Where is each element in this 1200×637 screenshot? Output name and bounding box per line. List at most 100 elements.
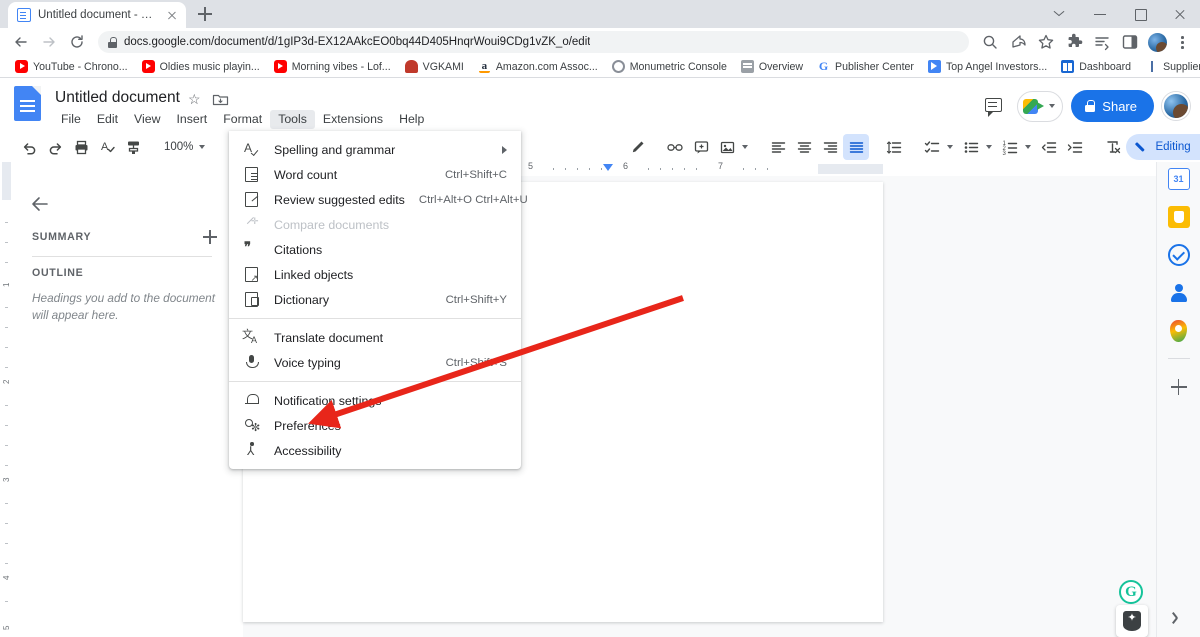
menu-item-linked-objects[interactable]: Linked objects [229, 262, 521, 287]
checklist-icon[interactable] [919, 134, 945, 160]
grammarly-icon[interactable]: G [1119, 580, 1143, 604]
move-to-folder-icon[interactable] [212, 91, 229, 108]
browser-tab[interactable]: Untitled document - Google Doc [8, 2, 186, 28]
side-panel-icon[interactable] [1117, 29, 1143, 55]
redo-icon[interactable] [42, 134, 68, 160]
undo-icon[interactable] [16, 134, 42, 160]
chevron-down-icon[interactable] [742, 145, 748, 149]
extensions-icon[interactable] [1061, 29, 1087, 55]
bookmark-item[interactable]: Oldies music playin... [135, 57, 267, 77]
highlight-pen-icon[interactable] [624, 134, 650, 160]
bookmark-item[interactable]: Dashboard [1054, 57, 1138, 77]
google-calendar-icon[interactable]: 31 [1168, 168, 1190, 190]
comment-history-button[interactable] [979, 91, 1009, 121]
add-comment-icon[interactable] [688, 134, 714, 160]
address-bar[interactable]: docs.google.com/document/d/1gIP3d-EX12AA… [98, 31, 969, 53]
align-justify-icon[interactable] [843, 134, 869, 160]
reload-icon[interactable] [64, 29, 90, 55]
add-ons-plus-icon[interactable] [1167, 375, 1191, 399]
spellcheck-icon[interactable]: A [94, 134, 120, 160]
menu-insert[interactable]: Insert [168, 110, 215, 129]
minimize-icon[interactable] [1080, 0, 1120, 28]
google-maps-icon[interactable] [1170, 320, 1187, 342]
indent-marker[interactable] [603, 164, 613, 171]
menu-item-voice-typing[interactable]: Voice typing Ctrl+Shift+S [229, 350, 521, 375]
print-icon[interactable] [68, 134, 94, 160]
bookmark-item[interactable]: VGKAMI [398, 57, 471, 77]
bookmark-item[interactable]: G Publisher Center [810, 57, 921, 77]
menu-item-notification-settings[interactable]: Notification settings [229, 388, 521, 413]
menu-item-translate-document[interactable]: Translate document [229, 325, 521, 350]
bookmark-star-icon[interactable] [1033, 29, 1059, 55]
add-summary-icon[interactable] [199, 226, 221, 248]
menu-item-citations[interactable]: Citations [229, 237, 521, 262]
zoom-selector[interactable]: 100% [158, 135, 211, 159]
star-icon[interactable]: ☆ [188, 91, 205, 108]
menu-edit[interactable]: Edit [89, 110, 126, 129]
menu-help[interactable]: Help [391, 110, 432, 129]
menu-item-accessibility[interactable]: Accessibility [229, 438, 521, 463]
bulleted-list-icon[interactable] [958, 134, 984, 160]
back-arrow-icon[interactable] [28, 192, 52, 216]
paint-format-icon[interactable] [120, 134, 146, 160]
numbered-list-icon[interactable]: 123 [997, 134, 1023, 160]
profile-avatar[interactable] [1148, 33, 1167, 52]
menu-format[interactable]: Format [215, 110, 270, 129]
bookmark-item[interactable]: Monumetric Console [605, 57, 734, 77]
three-dot-menu-icon[interactable] [1172, 29, 1192, 55]
chevron-down-icon[interactable] [986, 145, 992, 149]
clear-formatting-icon[interactable] [1100, 134, 1126, 160]
menu-item-label: Preferences [274, 419, 507, 433]
google-docs-logo[interactable] [14, 86, 44, 124]
align-center-icon[interactable] [791, 134, 817, 160]
back-icon[interactable] [8, 29, 34, 55]
line-spacing-icon[interactable] [881, 134, 907, 160]
vertical-ruler[interactable]: 1 2 3 4 5 [0, 162, 13, 637]
document-title[interactable]: Untitled document [55, 89, 180, 107]
menu-file[interactable]: File [53, 110, 89, 129]
reading-list-icon[interactable] [1089, 29, 1115, 55]
google-meet-button[interactable] [1017, 91, 1063, 122]
menu-item-spelling-and-grammar[interactable]: Spelling and grammar [229, 137, 521, 162]
explore-button[interactable] [1116, 605, 1148, 637]
menu-item-word-count[interactable]: Word count Ctrl+Shift+C [229, 162, 521, 187]
submenu-arrow-icon [502, 146, 507, 154]
menu-tools[interactable]: Tools [270, 110, 315, 129]
user-avatar[interactable] [1162, 92, 1190, 120]
menu-item-preferences[interactable]: Preferences [229, 413, 521, 438]
bookmark-item[interactable]: YouTube - Chrono... [8, 57, 135, 77]
share-button[interactable]: Share [1071, 90, 1154, 122]
maximize-icon[interactable] [1120, 0, 1160, 28]
insert-image-icon[interactable] [714, 134, 740, 160]
close-window-icon[interactable] [1160, 0, 1200, 28]
editing-mode-selector[interactable]: Editing [1126, 134, 1200, 160]
google-contacts-icon[interactable] [1168, 282, 1190, 304]
bookmark-item[interactable]: Top Angel Investors... [921, 57, 1054, 77]
chevron-down-icon[interactable] [1040, 0, 1080, 28]
chevron-down-icon[interactable] [947, 145, 953, 149]
chevron-right-icon[interactable] [1166, 608, 1186, 628]
bookmark-item[interactable]: Overview [734, 57, 810, 77]
new-tab-button[interactable] [192, 1, 218, 27]
menu-item-dictionary[interactable]: Dictionary Ctrl+Shift+Y [229, 287, 521, 312]
increase-indent-icon[interactable] [1062, 134, 1088, 160]
suppliers-icon [1145, 60, 1158, 73]
menu-item-review-suggested-edits[interactable]: Review suggested edits Ctrl+Alt+O Ctrl+A… [229, 187, 521, 212]
google-tasks-icon[interactable] [1168, 244, 1190, 266]
align-left-icon[interactable] [765, 134, 791, 160]
share-icon[interactable] [1005, 29, 1031, 55]
decrease-indent-icon[interactable] [1036, 134, 1062, 160]
chevron-down-icon[interactable] [1025, 145, 1031, 149]
menu-extensions[interactable]: Extensions [315, 110, 391, 129]
insert-link-icon[interactable] [662, 134, 688, 160]
google-keep-icon[interactable] [1168, 206, 1190, 228]
bookmark-item[interactable]: a Amazon.com Assoc... [471, 57, 605, 77]
forward-icon[interactable] [36, 29, 62, 55]
bookmark-label: Oldies music playin... [160, 61, 260, 73]
bookmark-item[interactable]: Morning vibes - Lof... [267, 57, 398, 77]
search-icon[interactable] [977, 29, 1003, 55]
menu-view[interactable]: View [126, 110, 168, 129]
close-icon[interactable] [164, 7, 180, 23]
bookmark-item[interactable]: Suppliers Portal [1138, 57, 1200, 77]
align-right-icon[interactable] [817, 134, 843, 160]
